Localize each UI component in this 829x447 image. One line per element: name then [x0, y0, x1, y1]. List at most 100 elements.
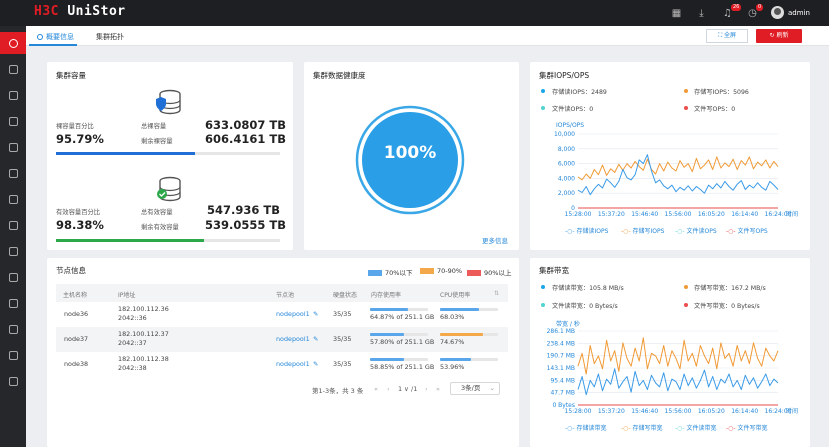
mem-bar	[370, 333, 428, 336]
x-tick-label: 15:56:00	[665, 211, 692, 218]
bw-legend-2[interactable]: -○- 文件读带宽	[675, 423, 717, 432]
row-pool-link[interactable]: nodepool1	[276, 310, 310, 319]
row-mem: 64.87% of 251.1 GB	[370, 313, 435, 321]
y-tick-label: 6,000	[558, 161, 575, 168]
chevron-down-icon: ⌄	[489, 384, 495, 392]
col-cpu[interactable]: CPU使用率	[440, 290, 470, 299]
iops-legend-1[interactable]: -○- 存储写IOPS	[621, 226, 664, 235]
alert-badge: 26	[731, 4, 742, 11]
prev-page-icon[interactable]: ‹	[387, 385, 390, 393]
col-pool[interactable]: 节点池	[276, 290, 294, 299]
col-mem[interactable]: 内存使用率	[371, 290, 401, 299]
iops-stat-dot-0	[541, 89, 545, 93]
row-ip2: 2042::37	[118, 339, 147, 347]
sidebar-item-11[interactable]	[0, 292, 26, 314]
username[interactable]: admin	[788, 9, 810, 17]
row-pool-link[interactable]: nodepool1	[276, 360, 310, 369]
eff-free-value: 539.0555 TB	[205, 218, 286, 232]
pin-icon	[8, 376, 18, 386]
bw-legend-3[interactable]: -○- 文件写带宽	[726, 423, 768, 432]
raw-free-label: 剩余裸容量	[141, 138, 173, 145]
edit-icon[interactable]: ✎	[313, 335, 318, 344]
sidebar-item-2[interactable]	[0, 58, 26, 80]
sidebar-item-10[interactable]	[0, 266, 26, 288]
legend-chip-blue	[368, 270, 382, 276]
col-ip[interactable]: IP地址	[118, 290, 135, 299]
row-disk: 35/35	[333, 310, 352, 318]
edit-icon[interactable]: ✎	[313, 360, 318, 369]
y-tick-label: 10,000	[554, 131, 575, 138]
health-more-link[interactable]: 更多信息	[482, 235, 508, 245]
iops-legend-2[interactable]: -○- 文件读OPS	[675, 226, 717, 235]
eff-free-label: 剩余有效容量	[141, 224, 179, 231]
row-disk: 35/35	[333, 360, 352, 368]
database-icon	[156, 89, 181, 115]
refresh-button[interactable]: ↻ 刷新	[756, 29, 802, 43]
x-tick-label: 16:14:40	[731, 408, 758, 415]
chevron-down-icon[interactable]: ∨	[404, 385, 409, 393]
mem-fill	[370, 333, 404, 336]
bw-legend-0[interactable]: -○- 存储读带宽	[565, 423, 607, 432]
sidebar-item-9[interactable]	[0, 240, 26, 262]
current-page[interactable]: 1	[398, 385, 402, 393]
row-host: node38	[64, 360, 89, 368]
columns-icon	[8, 90, 18, 100]
bw-stat-dot-0	[541, 285, 545, 289]
series-line-1	[577, 156, 779, 181]
fullscreen-button[interactable]: ⛶ 全屏	[706, 29, 748, 43]
page-size-select[interactable]: 3条/页 ⌄	[450, 382, 500, 395]
row-pool-link[interactable]: nodepool1	[276, 335, 310, 344]
table-row[interactable]: node36 182.100.112.36 2042::36 nodepool1…	[56, 302, 508, 327]
bw-stat-3: 文件写带宽：0 Bytes/s	[694, 303, 760, 310]
sidebar-item-13[interactable]	[0, 344, 26, 366]
row-ip2: 2042::38	[118, 364, 147, 372]
legend-chip-red	[467, 270, 481, 276]
col-host[interactable]: 主机名称	[63, 290, 87, 299]
eff-total-value: 547.936 TB	[207, 203, 280, 217]
col-disk[interactable]: 硬盘状态	[333, 290, 357, 299]
first-page-icon[interactable]: «	[374, 385, 378, 393]
tab-topology[interactable]: 集群拓扑	[96, 32, 124, 42]
iops-stat-3: 文件写OPS：0	[694, 106, 736, 113]
raw-total-label: 总裸容量	[141, 123, 167, 130]
tab-overview[interactable]: 概要信息	[29, 32, 77, 46]
avatar[interactable]	[771, 6, 784, 19]
bw-stat-1: 存储写带宽：167.2 MB/s	[694, 285, 766, 292]
health-value: 100%	[383, 143, 437, 163]
next-page-icon[interactable]: ›	[425, 385, 428, 393]
sidebar-item-8[interactable]	[0, 214, 26, 236]
legend-chip-orange	[420, 268, 434, 274]
series-line-0	[577, 368, 779, 396]
bw-legend-1[interactable]: -○- 存储写带宽	[621, 423, 663, 432]
row-ip1: 182.100.112.36	[118, 305, 169, 313]
legend-70-90: 70-90%	[420, 267, 462, 275]
pagination-summary: 第1-3条，共 3 条	[312, 387, 364, 395]
bw-stat-dot-3	[684, 303, 688, 307]
eff-pct-label: 有效容量百分比	[56, 209, 101, 216]
sort-icon[interactable]: ⇅	[494, 290, 499, 297]
cpu-fill	[440, 358, 472, 361]
x-tick-label: 15:37:20	[598, 211, 625, 218]
table-row[interactable]: node38 182.100.112.38 2042::38 nodepool1…	[56, 352, 508, 377]
download-icon[interactable]: ⤓	[696, 8, 707, 19]
sidebar-item-7[interactable]	[0, 188, 26, 210]
last-page-icon[interactable]: »	[436, 385, 440, 393]
iops-legend-3[interactable]: -○- 文件写OPS	[726, 226, 768, 235]
grid-icon[interactable]: ▦	[671, 8, 682, 19]
x-tick-label: 16:14:40	[731, 211, 758, 218]
edit-icon[interactable]: ✎	[313, 310, 318, 319]
cpu-bar	[440, 308, 498, 311]
sidebar-item-5[interactable]	[0, 136, 26, 158]
iops-stat-2: 文件读OPS：0	[552, 106, 594, 113]
iops-legend-0[interactable]: -○- 存储读IOPS	[565, 226, 608, 235]
sidebar-item-12[interactable]	[0, 318, 26, 340]
sidebar-item-6[interactable]	[0, 162, 26, 184]
sidebar-item-dashboard[interactable]	[0, 32, 26, 54]
cpu-fill	[440, 308, 480, 311]
total-pages: /1	[411, 385, 418, 393]
sidebar-item-14[interactable]	[0, 370, 26, 392]
table-row[interactable]: node37 182.100.112.37 2042::37 nodepool1…	[56, 327, 508, 352]
sidebar-item-3[interactable]	[0, 84, 26, 106]
sidebar-item-4[interactable]	[0, 110, 26, 132]
app-logo[interactable]: H3C UniStor	[34, 4, 126, 19]
